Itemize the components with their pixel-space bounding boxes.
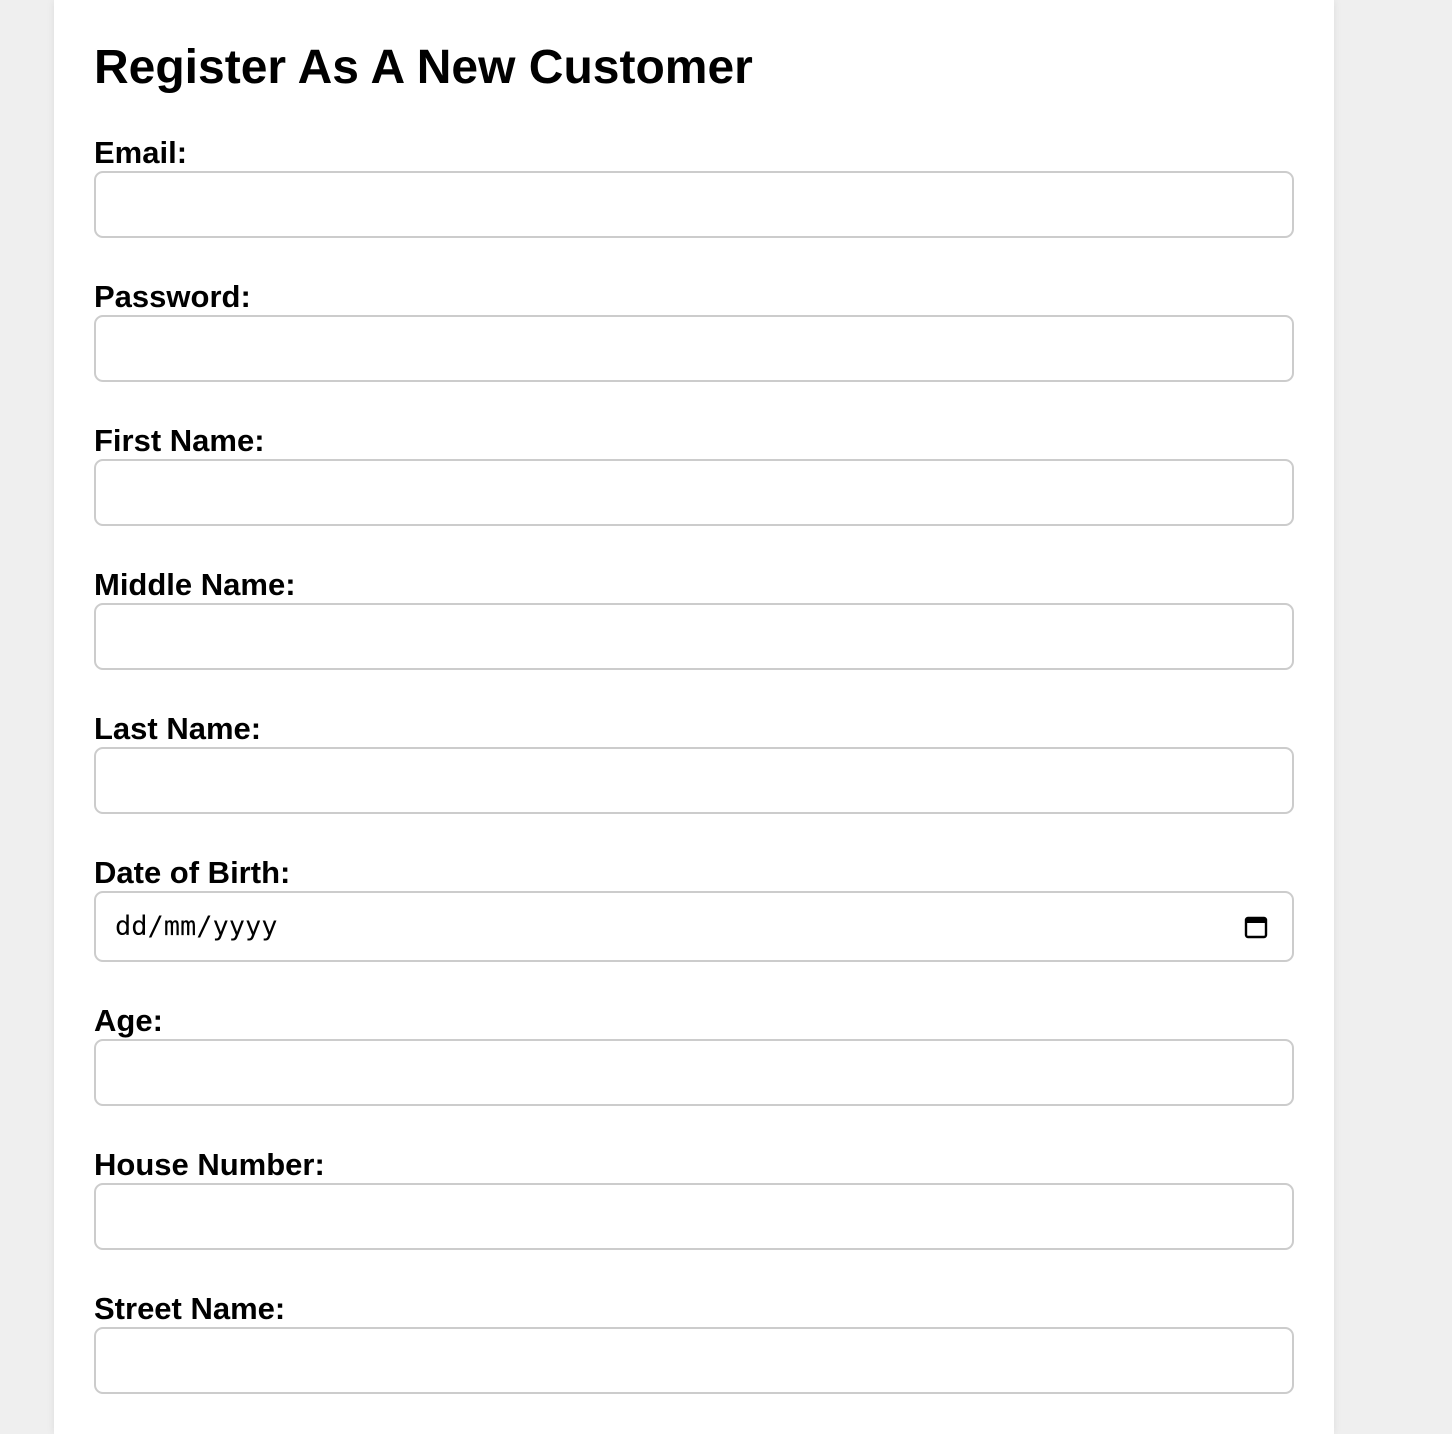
date-of-birth-input[interactable]: dd/mm/yyyy (94, 891, 1294, 962)
email-label: Email: (94, 135, 188, 170)
house-number-input[interactable] (94, 1183, 1294, 1250)
calendar-icon[interactable] (1244, 915, 1268, 939)
age-label: Age: (94, 1003, 163, 1038)
date-of-birth-field-group: Date of Birth: dd/mm/yyyy (94, 855, 1294, 962)
password-input[interactable] (94, 315, 1294, 382)
first-name-label: First Name: (94, 423, 265, 458)
page: Register As A New Customer Email: Passwo… (0, 0, 1452, 1434)
last-name-input[interactable] (94, 747, 1294, 814)
date-of-birth-label: Date of Birth: (94, 855, 291, 890)
password-label: Password: (94, 279, 251, 314)
house-number-label: House Number: (94, 1147, 325, 1182)
page-title: Register As A New Customer (94, 41, 753, 94)
age-input[interactable] (94, 1039, 1294, 1106)
middle-name-label: Middle Name: (94, 567, 296, 602)
date-of-birth-placeholder: dd/mm/yyyy (115, 911, 278, 942)
middle-name-field-group: Middle Name: (94, 567, 1294, 670)
last-name-field-group: Last Name: (94, 711, 1294, 814)
email-input[interactable] (94, 171, 1294, 238)
password-field-group: Password: (94, 279, 1294, 382)
house-number-field-group: House Number: (94, 1147, 1294, 1250)
street-name-field-group: Street Name: (94, 1291, 1294, 1394)
street-name-input[interactable] (94, 1327, 1294, 1394)
age-field-group: Age: (94, 1003, 1294, 1106)
middle-name-input[interactable] (94, 603, 1294, 670)
first-name-field-group: First Name: (94, 423, 1294, 526)
last-name-label: Last Name: (94, 711, 262, 746)
registration-card: Register As A New Customer Email: Passwo… (54, 0, 1334, 1434)
street-name-label: Street Name: (94, 1291, 286, 1326)
first-name-input[interactable] (94, 459, 1294, 526)
email-field-group: Email: (94, 135, 1294, 238)
